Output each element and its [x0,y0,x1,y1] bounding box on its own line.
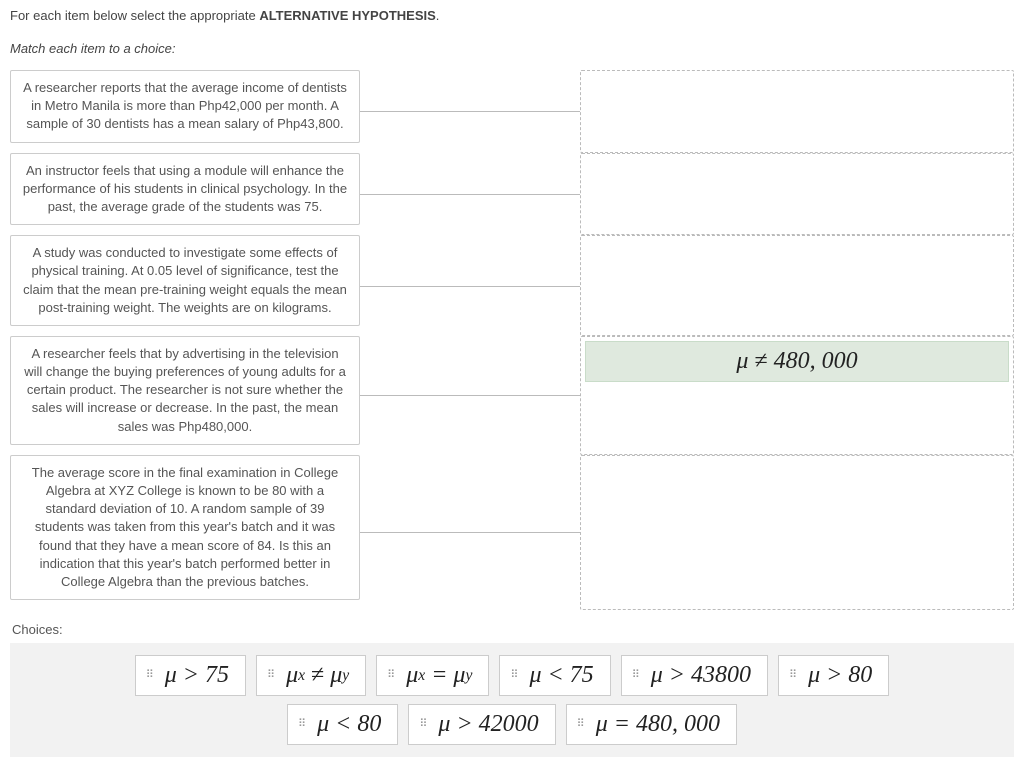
subinstruction-text: Match each item to a choice: [10,41,1014,56]
drag-grip-icon: ⠿ [577,721,586,728]
choice-mu-lt-75[interactable]: ⠿μ < 75 [499,655,610,696]
drop-zone-4[interactable]: μ ≠ 480, 000 [580,336,1014,455]
drag-grip-icon: ⠿ [419,721,428,728]
instruction-pre: For each item below select the appropria… [10,8,259,23]
drop-zone-5[interactable] [580,455,1014,610]
connector-line [360,235,580,336]
choices-tray: ⠿μ > 75 ⠿μx ≠ μy ⠿μx = μy ⠿μ < 75 ⠿μ > 4… [10,643,1014,757]
choice-mu-gt-43800[interactable]: ⠿μ > 43800 [621,655,768,696]
choice-mu-gt-80[interactable]: ⠿μ > 80 [778,655,889,696]
drag-grip-icon: ⠿ [387,672,396,679]
item-box-5[interactable]: The average score in the final examinati… [10,455,360,600]
instruction-post: . [436,8,440,23]
connector-line [360,455,580,610]
connector-line [360,336,580,455]
matching-area: A researcher reports that the average in… [10,70,1014,610]
choices-label: Choices: [12,622,1014,637]
choices-row-2: ⠿μ < 80 ⠿μ > 42000 ⠿μ = 480, 000 [20,704,1004,745]
drag-grip-icon: ⠿ [267,672,276,679]
connector-line [360,70,580,153]
drop-zone-2[interactable] [580,153,1014,236]
drag-grip-icon: ⠿ [789,672,798,679]
drop-zone-1[interactable] [580,70,1014,153]
choice-mu-lt-80[interactable]: ⠿μ < 80 [287,704,398,745]
drag-grip-icon: ⠿ [298,721,307,728]
item-box-4[interactable]: A researcher feels that by advertising i… [10,336,360,445]
instruction-text: For each item below select the appropria… [10,8,1014,23]
choice-mu-gt-42000[interactable]: ⠿μ > 42000 [408,704,555,745]
item-box-2[interactable]: An instructor feels that using a module … [10,153,360,226]
choice-mu-eq-480000[interactable]: ⠿μ = 480, 000 [566,704,737,745]
item-box-1[interactable]: A researcher reports that the average in… [10,70,360,143]
drop-zone-3[interactable] [580,235,1014,336]
drag-grip-icon: ⠿ [632,672,641,679]
choice-mux-ne-muy[interactable]: ⠿μx ≠ μy [256,655,366,696]
instruction-bold: ALTERNATIVE HYPOTHESIS [259,8,435,23]
drag-grip-icon: ⠿ [146,672,155,679]
drag-grip-icon: ⠿ [510,672,519,679]
choice-mu-gt-75[interactable]: ⠿μ > 75 [135,655,246,696]
connector-line [360,153,580,236]
choice-mux-eq-muy[interactable]: ⠿μx = μy [376,655,489,696]
item-box-3[interactable]: A study was conducted to investigate som… [10,235,360,326]
placed-choice[interactable]: μ ≠ 480, 000 [585,341,1009,382]
choices-row-1: ⠿μ > 75 ⠿μx ≠ μy ⠿μx = μy ⠿μ < 75 ⠿μ > 4… [20,655,1004,696]
